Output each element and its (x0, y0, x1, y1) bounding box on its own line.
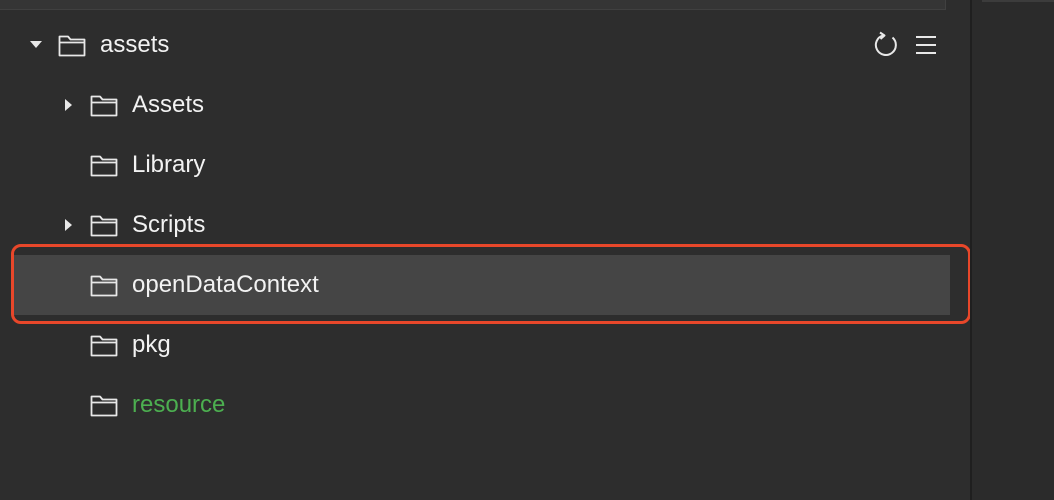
folder-icon (58, 35, 86, 57)
tree-item-pkg[interactable]: pkg (0, 315, 950, 375)
tree-root-row[interactable]: assets (0, 15, 950, 75)
tree-item-opendatacontext[interactable]: openDataContext (14, 255, 950, 315)
tree-item-library[interactable]: Library (0, 135, 950, 195)
tree-item-label: Assets (132, 91, 205, 118)
folder-icon (90, 335, 118, 357)
folder-icon (90, 275, 118, 297)
tree-item-label: Scripts (132, 211, 206, 238)
right-panel (972, 0, 1054, 500)
hamburger-menu-icon[interactable] (912, 31, 940, 59)
folder-icon (90, 395, 118, 417)
expand-arrow-icon[interactable] (65, 99, 72, 111)
refresh-icon[interactable] (872, 31, 900, 59)
tree-item-assets[interactable]: Assets (0, 75, 950, 135)
tree-item-scripts[interactable]: Scripts (0, 195, 950, 255)
assets-panel: assets Assets Library Scripts openDataCo… (0, 0, 971, 500)
tree-root-label: assets (100, 31, 170, 58)
folder-icon (90, 215, 118, 237)
tree-item-label: pkg (132, 331, 171, 358)
expand-arrow-icon[interactable] (65, 219, 72, 231)
tree-item-resource[interactable]: resource (0, 375, 950, 435)
panel-top-bar (0, 0, 946, 10)
tree-item-label: openDataContext (132, 271, 319, 298)
folder-icon (90, 155, 118, 177)
folder-icon (90, 95, 118, 117)
expand-arrow-icon[interactable] (30, 41, 42, 48)
tree-item-label: resource (132, 391, 226, 418)
tree-item-label: Library (132, 151, 206, 178)
right-panel-top-line (982, 0, 1054, 2)
